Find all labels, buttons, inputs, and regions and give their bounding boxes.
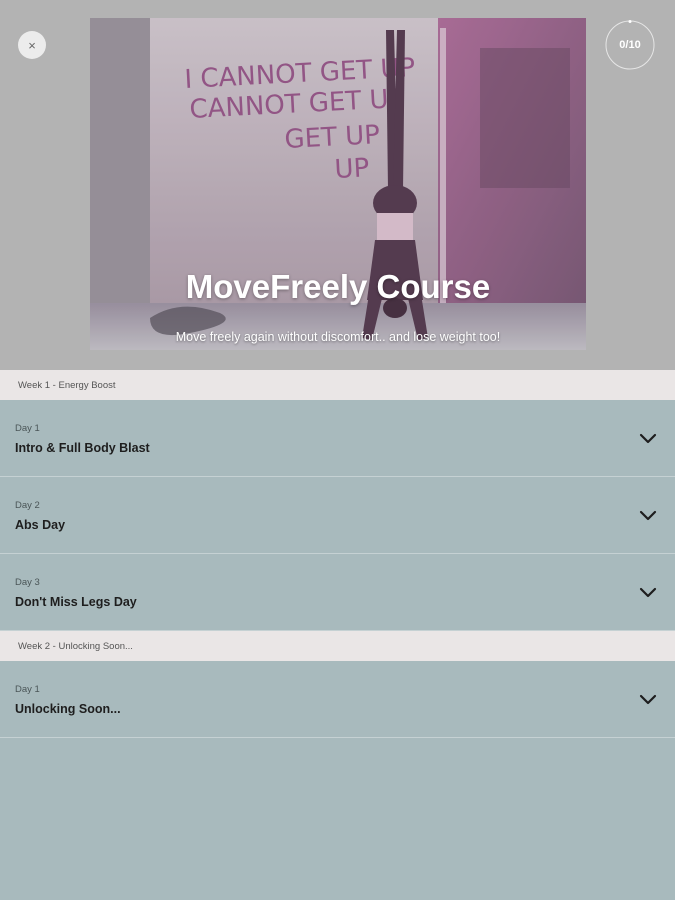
day-row-week2-day1[interactable]: Day 1 Unlocking Soon... [0,661,675,738]
week-header: Week 1 - Energy Boost [0,370,675,400]
chevron-down-icon[interactable] [639,587,657,599]
course-header: × I CANNOT GET UP CANNOT GET UP GET UP U… [0,0,675,370]
chevron-down-icon[interactable] [639,510,657,522]
day-label: Day 3 [15,577,40,588]
course-subtitle: Move freely again without discomfort.. a… [175,330,501,344]
day-label: Day 1 [15,684,40,695]
week-header: Week 2 - Unlocking Soon... [0,631,675,661]
chevron-down-icon[interactable] [639,694,657,706]
day-row-week1-day3[interactable]: Day 3 Don't Miss Legs Day [0,554,675,631]
day-row-week1-day1[interactable]: Day 1 Intro & Full Body Blast [0,400,675,477]
day-title: Unlocking Soon... [15,702,121,716]
day-row-week1-day2[interactable]: Day 2 Abs Day [0,477,675,554]
progress-count: 0/10 [619,39,641,51]
day-title: Intro & Full Body Blast [15,441,150,455]
day-title: Abs Day [15,518,66,532]
day-label: Day 2 [15,500,40,511]
day-label: Day 1 [15,423,40,434]
progress-indicator: 0/10 [605,20,655,70]
hero-image: I CANNOT GET UP CANNOT GET UP GET UP UP … [90,18,586,350]
chevron-down-icon[interactable] [639,433,657,445]
close-icon: × [28,37,36,53]
day-title: Don't Miss Legs Day [15,595,137,609]
course-title: MoveFreely Course [185,268,491,305]
close-button[interactable]: × [18,31,46,59]
course-schedule: Week 1 - Energy Boost Day 1 Intro & Full… [0,370,675,738]
